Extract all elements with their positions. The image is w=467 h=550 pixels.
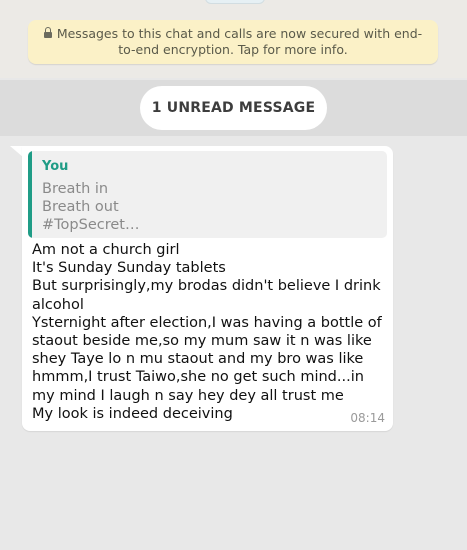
lock-icon [43,27,52,39]
quoted-message[interactable]: You Breath in Breath out #TopSecret… [28,151,387,238]
message-bubble[interactable]: You Breath in Breath out #TopSecret… Am … [22,146,393,431]
encryption-notice[interactable]: Messages to this chat and calls are now … [28,20,438,64]
message-timestamp: 08:14 [350,411,385,425]
unread-messages-pill: 1 UNREAD MESSAGE [140,86,327,130]
previous-bubble-edge [205,0,265,4]
quoted-text: Breath in Breath out #TopSecret… [42,181,140,233]
message-text: Am not a church girl It's Sunday Sunday … [32,242,382,422]
encryption-notice-text: Messages to this chat and calls are now … [56,26,423,57]
quote-accent-bar [28,151,32,238]
quoted-author: You [42,159,69,174]
